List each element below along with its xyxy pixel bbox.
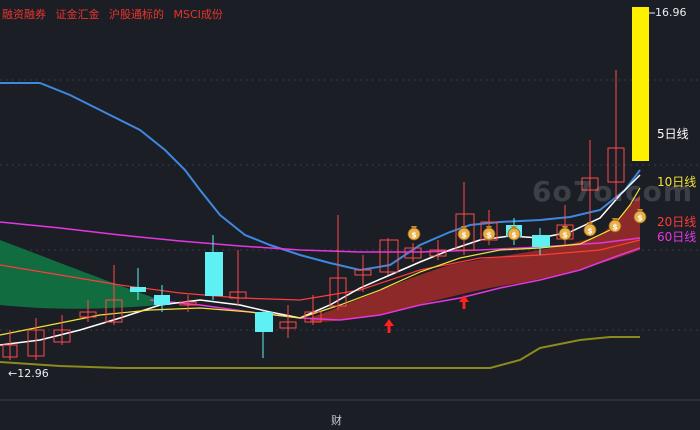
olive-line xyxy=(0,336,640,369)
candlestick-chart[interactable]: $ $ $ $ $ $ $ $ xyxy=(0,0,700,430)
candle-up xyxy=(379,238,399,275)
candle-up xyxy=(53,315,71,345)
ma5-label: 5日线 xyxy=(657,127,689,141)
price-low-label: ←12.96 xyxy=(8,367,49,380)
svg-text:$: $ xyxy=(612,223,618,232)
tag[interactable]: MSCI成份 xyxy=(174,8,223,21)
candle-up xyxy=(229,250,247,305)
footer-finance-tab[interactable]: 财 xyxy=(331,412,342,428)
svg-text:$: $ xyxy=(411,231,417,240)
candle-down xyxy=(154,285,170,312)
kline-chart-panel[interactable]: $ $ $ $ $ $ $ $ 融资融券 证金汇金 沪股通标的 MSCI成份 16.96 ←1… xyxy=(0,0,700,430)
svg-text:$: $ xyxy=(461,231,467,240)
watermark: 6o7o.com xyxy=(532,175,694,208)
candle-down xyxy=(255,310,273,358)
red-up-arrow-icon xyxy=(384,319,394,333)
svg-text:$: $ xyxy=(562,231,568,240)
stock-tags: 融资融券 证金汇金 沪股通标的 MSCI成份 xyxy=(2,6,229,22)
svg-text:$: $ xyxy=(637,214,643,223)
price-high-label: 16.96 xyxy=(655,6,687,19)
candle-up xyxy=(279,305,297,338)
candle-up xyxy=(354,255,372,292)
tag[interactable]: 沪股通标的 xyxy=(109,8,164,21)
ma60-label: 60日线 xyxy=(657,230,697,244)
svg-text:$: $ xyxy=(486,231,492,240)
candle-up xyxy=(455,182,475,255)
tag[interactable]: 融资融券 xyxy=(2,8,46,21)
red-up-arrow-icon xyxy=(459,295,469,309)
tag[interactable]: 证金汇金 xyxy=(56,8,100,21)
money-bag-icon: $ xyxy=(558,226,572,241)
highlight-bar xyxy=(632,7,649,161)
svg-text:$: $ xyxy=(511,231,517,240)
money-bag-icon: $ xyxy=(482,226,496,241)
svg-text:$: $ xyxy=(587,227,593,236)
candle-up xyxy=(329,215,347,310)
money-bag-icon: $ xyxy=(407,226,421,241)
